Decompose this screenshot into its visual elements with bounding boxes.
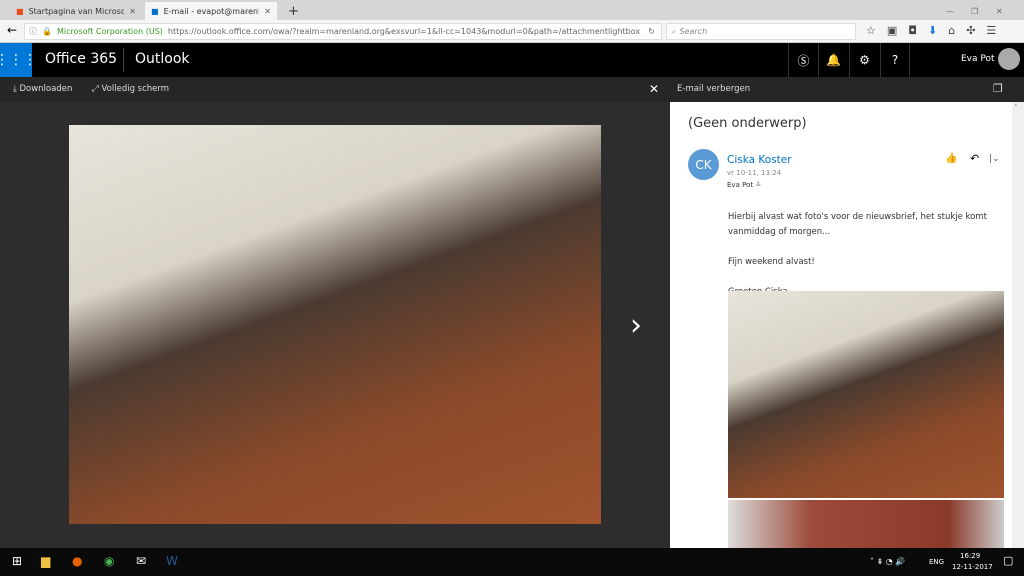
scroll-up-icon[interactable]: ˄ — [1014, 104, 1018, 112]
search-icon: ⌕ — [671, 26, 676, 36]
attachment-image — [69, 125, 601, 524]
bookmark-star-icon[interactable]: ☆ — [866, 24, 876, 37]
like-icon[interactable]: 👍 — [945, 153, 957, 164]
sender-name[interactable]: Ciska Koster — [727, 154, 792, 166]
minimize-button[interactable]: — — [940, 2, 960, 20]
popout-icon[interactable]: ❐ — [993, 82, 1003, 95]
close-tab-icon[interactable]: ✕ — [129, 7, 136, 16]
chrome-icon[interactable]: ◉ — [104, 554, 114, 568]
bell-icon[interactable]: 🔔 — [818, 43, 848, 77]
email-body: Hierbij alvast wat foto's voor de nieuws… — [728, 212, 987, 297]
help-icon[interactable]: ? — [880, 43, 910, 77]
site-identity: Microsoft Corporation (US) — [56, 27, 163, 36]
download-button[interactable]: ⤓ Downloaden — [13, 84, 72, 94]
outlook-link[interactable]: Outlook — [135, 51, 190, 67]
reload-icon[interactable]: ↻ — [648, 27, 655, 36]
search-input[interactable]: ⌕ Search — [666, 23, 856, 40]
menu-icon[interactable]: ☰ — [986, 24, 996, 37]
language-indicator[interactable]: ENG — [929, 558, 944, 566]
extension-icon[interactable]: ✣ — [966, 24, 975, 37]
clock-date[interactable]: 12-11-2017 — [952, 563, 993, 571]
office-icon: ■ — [16, 6, 24, 16]
tab-email[interactable]: ■E-mail - evapot@marenland✕ — [145, 2, 277, 20]
close-tab-icon[interactable]: ✕ — [264, 7, 271, 16]
more-actions-chevron-icon[interactable]: |⌄ — [989, 154, 1000, 164]
divider — [123, 48, 124, 72]
tray-icons[interactable]: ˄ ⇟ ◔ 🔊 — [870, 557, 905, 566]
new-tab-button[interactable]: + — [282, 2, 305, 20]
firefox-icon[interactable]: ● — [72, 554, 82, 568]
email-subject: (Geen onderwerp) — [688, 116, 807, 131]
email-date: vr 10-11, 13:24 — [727, 169, 782, 177]
user-name[interactable]: Eva Pot — [961, 54, 995, 64]
browser-toolbar-icons: ☆ ▣ ◘ ⬇ ⌂ ✣ ☰ — [866, 24, 996, 37]
home-icon[interactable]: ⌂ — [948, 24, 955, 37]
download-icon[interactable]: ⬇ — [928, 24, 937, 37]
url-bar[interactable]: ⓘ 🔒 Microsoft Corporation (US) https://ou… — [24, 23, 662, 40]
clipboard-icon[interactable]: ▣ — [887, 24, 897, 37]
file-explorer-icon[interactable]: ▆ — [41, 554, 50, 568]
outlook-icon: ■ — [151, 6, 159, 16]
reply-all-icon[interactable]: ↶ — [970, 152, 979, 165]
info-icon: ⓘ — [29, 27, 37, 36]
scrollbar[interactable]: ˄ — [1012, 102, 1024, 548]
lock-icon: 🔒 — [42, 27, 52, 36]
recipient[interactable]: Eva Pot ≚ — [727, 181, 761, 189]
start-icon[interactable]: ⊞ — [12, 554, 22, 568]
browser-tab-bar: ■Startpagina van Microsoft O✕ ■E-mail - … — [0, 0, 1024, 20]
clock-time[interactable]: 16:29 — [960, 552, 980, 560]
taskbar: ⊞ ▆ ● ◉ ✉ W ˄ ⇟ ◔ 🔊 ENG 16:29 12-11-2017… — [0, 548, 1024, 576]
hide-email-button[interactable]: E-mail verbergen — [677, 84, 750, 94]
expand-icon[interactable]: ≚ — [755, 181, 761, 189]
fullscreen-button[interactable]: ⤢ Volledig scherm — [92, 84, 169, 94]
gear-icon[interactable]: ⚙ — [849, 43, 879, 77]
lightbox-toolbar: ⤓ Downloaden ⤢ Volledig scherm ✕ E-mail … — [0, 77, 1024, 102]
close-icon[interactable]: ✕ — [649, 82, 659, 96]
url-text: https://outlook.office.com/owa/?realm=ma… — [167, 27, 641, 36]
email-reading-pane: (Geen onderwerp) CK Ciska Koster vr 10-1… — [670, 102, 1012, 548]
close-window-button[interactable]: ✕ — [990, 2, 1009, 20]
notifications-icon[interactable]: ▢ — [1003, 554, 1013, 567]
restore-button[interactable]: ❐ — [965, 2, 984, 20]
tab-startpagina[interactable]: ■Startpagina van Microsoft O✕ — [10, 2, 142, 20]
inline-image[interactable] — [728, 500, 1004, 548]
skype-icon[interactable]: Ⓢ — [788, 43, 818, 77]
inline-image[interactable] — [728, 291, 1004, 498]
sender-avatar: CK — [688, 149, 719, 180]
office365-link[interactable]: Office 365 — [45, 51, 117, 67]
next-arrow-icon[interactable]: › — [630, 308, 642, 343]
pocket-icon[interactable]: ◘ — [908, 24, 917, 37]
back-icon[interactable]: ← — [7, 23, 17, 37]
word-icon[interactable]: W — [166, 554, 178, 568]
mail-icon[interactable]: ✉ — [136, 554, 146, 568]
app-launcher-icon[interactable]: ⋮⋮⋮ — [0, 43, 37, 77]
avatar[interactable] — [998, 48, 1020, 70]
